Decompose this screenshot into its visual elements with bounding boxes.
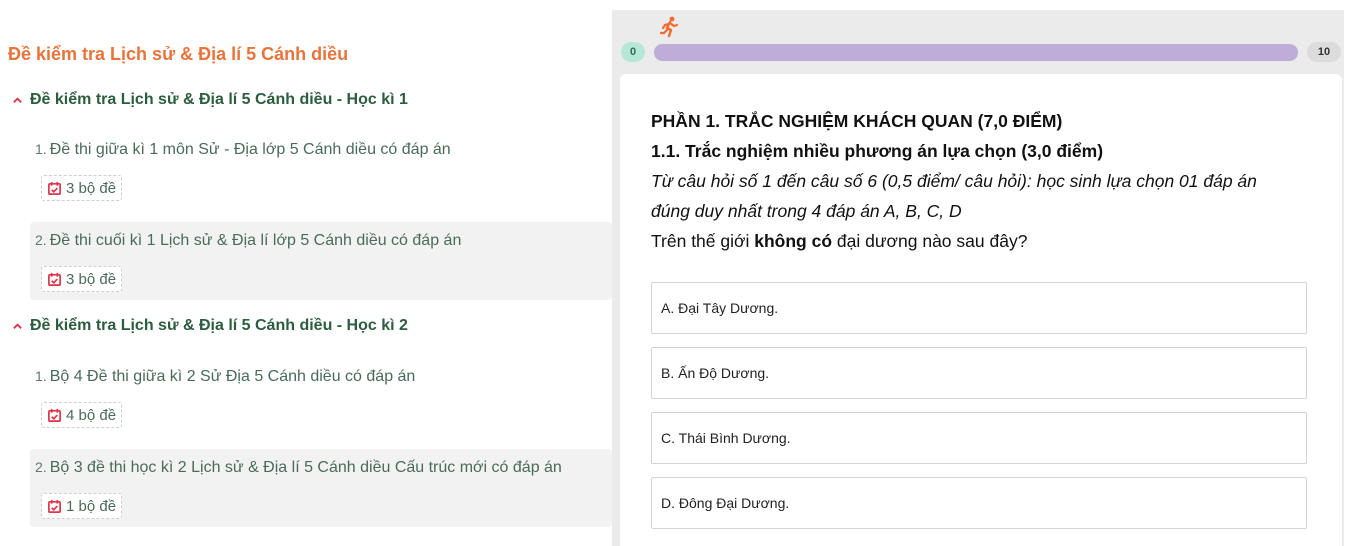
calendar-check-icon <box>48 408 61 422</box>
item-title[interactable]: 2. Đề thi cuối kì 1 Lịch sử & Địa lí lớp … <box>35 232 461 250</box>
question-text: Trên thế giới không có đại dương nào sau… <box>651 231 1027 252</box>
running-person-icon <box>660 16 679 38</box>
section-title: Đề kiểm tra Lịch sử & Địa lí 5 Cánh diều… <box>30 317 408 334</box>
item-number: 1. <box>35 368 47 384</box>
section-header-hk2[interactable]: Đề kiểm tra Lịch sử & Địa lí 5 Cánh diều… <box>12 317 408 335</box>
answer-option-d[interactable]: D. Đông Đại Dương. <box>651 477 1307 529</box>
answer-option-a[interactable]: A. Đại Tây Dương. <box>651 282 1307 334</box>
badge-label: 1 bộ đề <box>66 497 117 515</box>
chevron-up-icon[interactable] <box>12 321 23 332</box>
calendar-check-icon <box>48 272 61 286</box>
page-title[interactable]: Đề kiểm tra Lịch sử & Địa lí 5 Cánh diều <box>8 44 348 65</box>
item-title[interactable]: 2. Bộ 3 đề thi học kì 2 Lịch sử & Địa lí … <box>35 459 562 477</box>
progress-end-label: 10 <box>1307 42 1341 62</box>
count-badge: 3 bộ đề <box>41 175 123 201</box>
part-heading: PHẦN 1. TRẮC NGHIỆM KHÁCH QUAN (7,0 ĐIỂM… <box>651 111 1063 131</box>
instruction-line-2: đúng duy nhất trong 4 đáp án A, B, C, D <box>651 201 962 221</box>
question-text-post: đại dương nào sau đây? <box>832 231 1028 251</box>
count-badge: 3 bộ đề <box>41 266 123 292</box>
list-item[interactable]: 2. Bộ 3 đề thi học kì 2 Lịch sử & Địa lí … <box>30 449 612 527</box>
item-number: 2. <box>35 232 47 248</box>
item-number: 1. <box>35 141 47 157</box>
answer-option-b[interactable]: B. Ấn Độ Dương. <box>651 347 1307 399</box>
instruction-line-1: Từ câu hỏi số 1 đến câu số 6 (0,5 điểm/ … <box>651 171 1257 191</box>
list-item[interactable]: 2. Đề thi cuối kì 1 Lịch sử & Địa lí lớp … <box>30 222 612 300</box>
badge-label: 4 bộ đề <box>66 406 117 424</box>
question-text-pre: Trên thế giới <box>651 231 755 251</box>
section-header-hk1[interactable]: Đề kiểm tra Lịch sử & Địa lí 5 Cánh diều… <box>12 91 408 109</box>
answer-option-c[interactable]: C. Thái Bình Dương. <box>651 412 1307 464</box>
section-title: Đề kiểm tra Lịch sử & Địa lí 5 Cánh diều… <box>30 91 408 108</box>
list-item[interactable]: 1. Đề thi giữa kì 1 môn Sử - Địa lớp 5 Cá… <box>30 131 612 209</box>
count-badge: 1 bộ đề <box>41 493 123 519</box>
count-badge: 4 bộ đề <box>41 402 123 428</box>
badge-label: 3 bộ đề <box>66 270 117 288</box>
question-card: PHẦN 1. TRẮC NGHIỆM KHÁCH QUAN (7,0 ĐIỂM… <box>620 74 1342 546</box>
question-text-emphasis: không có <box>754 231 833 251</box>
exam-list-panel: Đề kiểm tra Lịch sử & Địa lí 5 Cánh diều… <box>0 0 612 546</box>
progress-start-label: 0 <box>621 42 645 62</box>
badge-label: 3 bộ đề <box>66 179 117 197</box>
calendar-check-icon <box>48 499 61 513</box>
item-title-text: Bộ 4 Đề thi giữa kì 2 Sử Địa 5 Cánh diều… <box>49 368 416 385</box>
item-title-text: Bộ 3 đề thi học kì 2 Lịch sử & Địa lí 5 … <box>49 459 562 476</box>
item-title[interactable]: 1. Bộ 4 Đề thi giữa kì 2 Sử Địa 5 Cánh di… <box>35 368 415 386</box>
item-number: 2. <box>35 459 47 475</box>
item-title[interactable]: 1. Đề thi giữa kì 1 môn Sử - Địa lớp 5 Cá… <box>35 141 451 159</box>
item-title-text: Đề thi cuối kì 1 Lịch sử & Địa lí lớp 5 … <box>49 232 462 249</box>
item-title-text: Đề thi giữa kì 1 môn Sử - Địa lớp 5 Cánh… <box>49 141 451 158</box>
calendar-check-icon <box>48 181 61 195</box>
chevron-up-icon[interactable] <box>12 95 23 106</box>
sub-heading: 1.1. Trắc nghiệm nhiều phương án lựa chọ… <box>651 141 1104 161</box>
list-item[interactable]: 1. Bộ 4 Đề thi giữa kì 2 Sử Địa 5 Cánh di… <box>30 358 612 436</box>
quiz-panel: 0 10 PHẦN 1. TRẮC NGHIỆM KHÁCH QUAN (7,0… <box>612 10 1344 546</box>
progress-bar <box>654 44 1298 61</box>
progress-fill <box>654 44 1298 61</box>
